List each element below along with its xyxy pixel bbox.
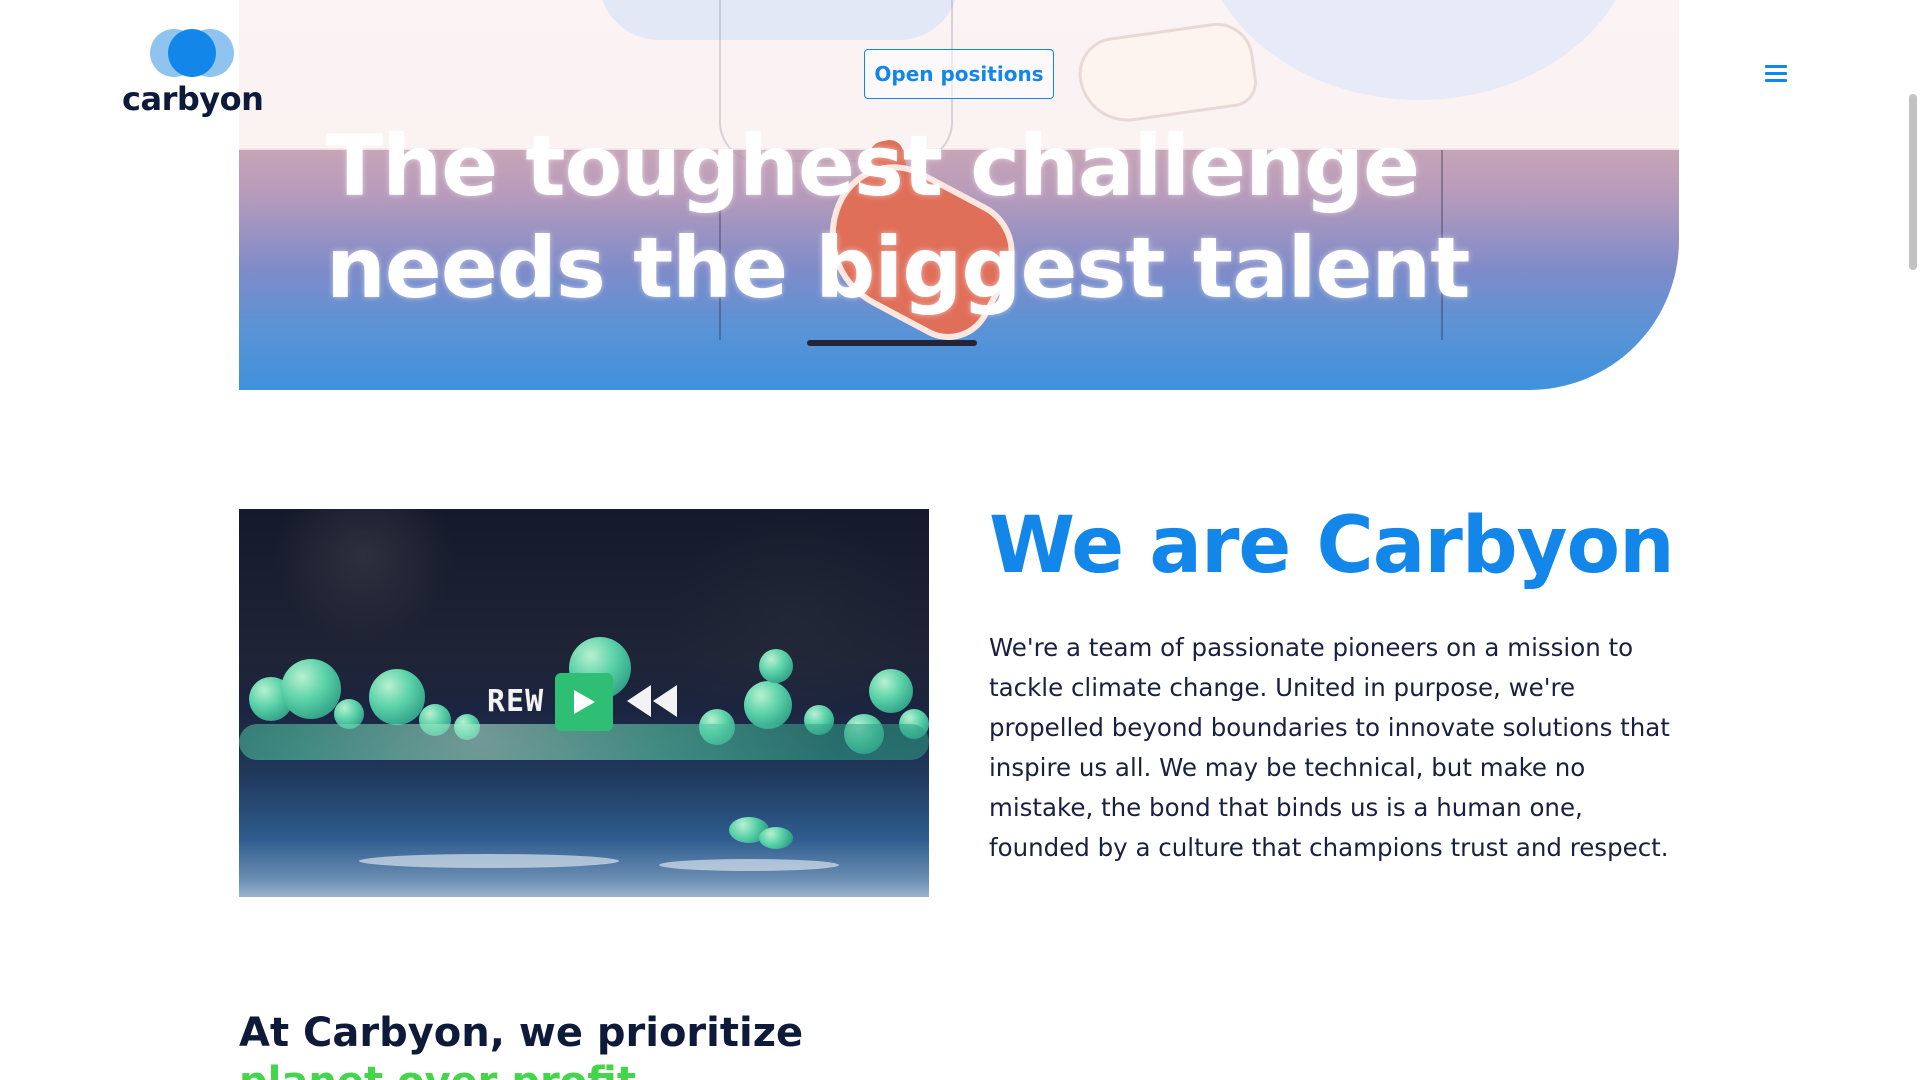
- video-bubble: [759, 827, 793, 849]
- prioritize-subheading: planet over profit: [239, 1054, 636, 1080]
- video-bubble: [869, 669, 913, 713]
- rewind-icon: [627, 685, 677, 717]
- intro-paragraph: We're a team of passionate pioneers on a…: [989, 633, 1670, 862]
- carbyon-logo[interactable]: carbyon: [122, 26, 264, 122]
- open-positions-button[interactable]: Open positions: [864, 49, 1054, 99]
- careers-page: The toughest challenge needs the biggest…: [0, 0, 1920, 1080]
- video-bubble: [744, 681, 792, 729]
- menu-bar: [1765, 65, 1787, 68]
- intro-heading: We are Carbyon: [989, 501, 1675, 591]
- video-cloud: [359, 854, 619, 868]
- hero-illustration-shadow: [807, 340, 977, 346]
- hero-title-line2: needs the biggest talent: [326, 219, 1470, 317]
- rew-label: REW: [487, 684, 545, 719]
- video-bubble: [369, 669, 425, 725]
- play-icon: [574, 690, 595, 714]
- hamburger-menu-icon[interactable]: [1763, 62, 1791, 86]
- prioritize-heading: At Carbyon, we prioritize: [239, 1010, 804, 1056]
- intro-video[interactable]: REW: [239, 509, 929, 897]
- menu-bar: [1765, 72, 1787, 75]
- menu-bar: [1765, 79, 1787, 82]
- play-button[interactable]: [555, 673, 613, 731]
- video-cloud: [659, 859, 839, 871]
- carbyon-logo-text: carbyon: [122, 80, 264, 118]
- video-bubble: [281, 659, 341, 719]
- carbyon-logo-icon: [150, 29, 234, 77]
- hero-title: The toughest challenge needs the biggest…: [326, 115, 1626, 319]
- scrollbar-thumb[interactable]: [1909, 94, 1917, 270]
- hero-title-line1: The toughest challenge: [326, 117, 1420, 215]
- video-bubble: [759, 649, 793, 683]
